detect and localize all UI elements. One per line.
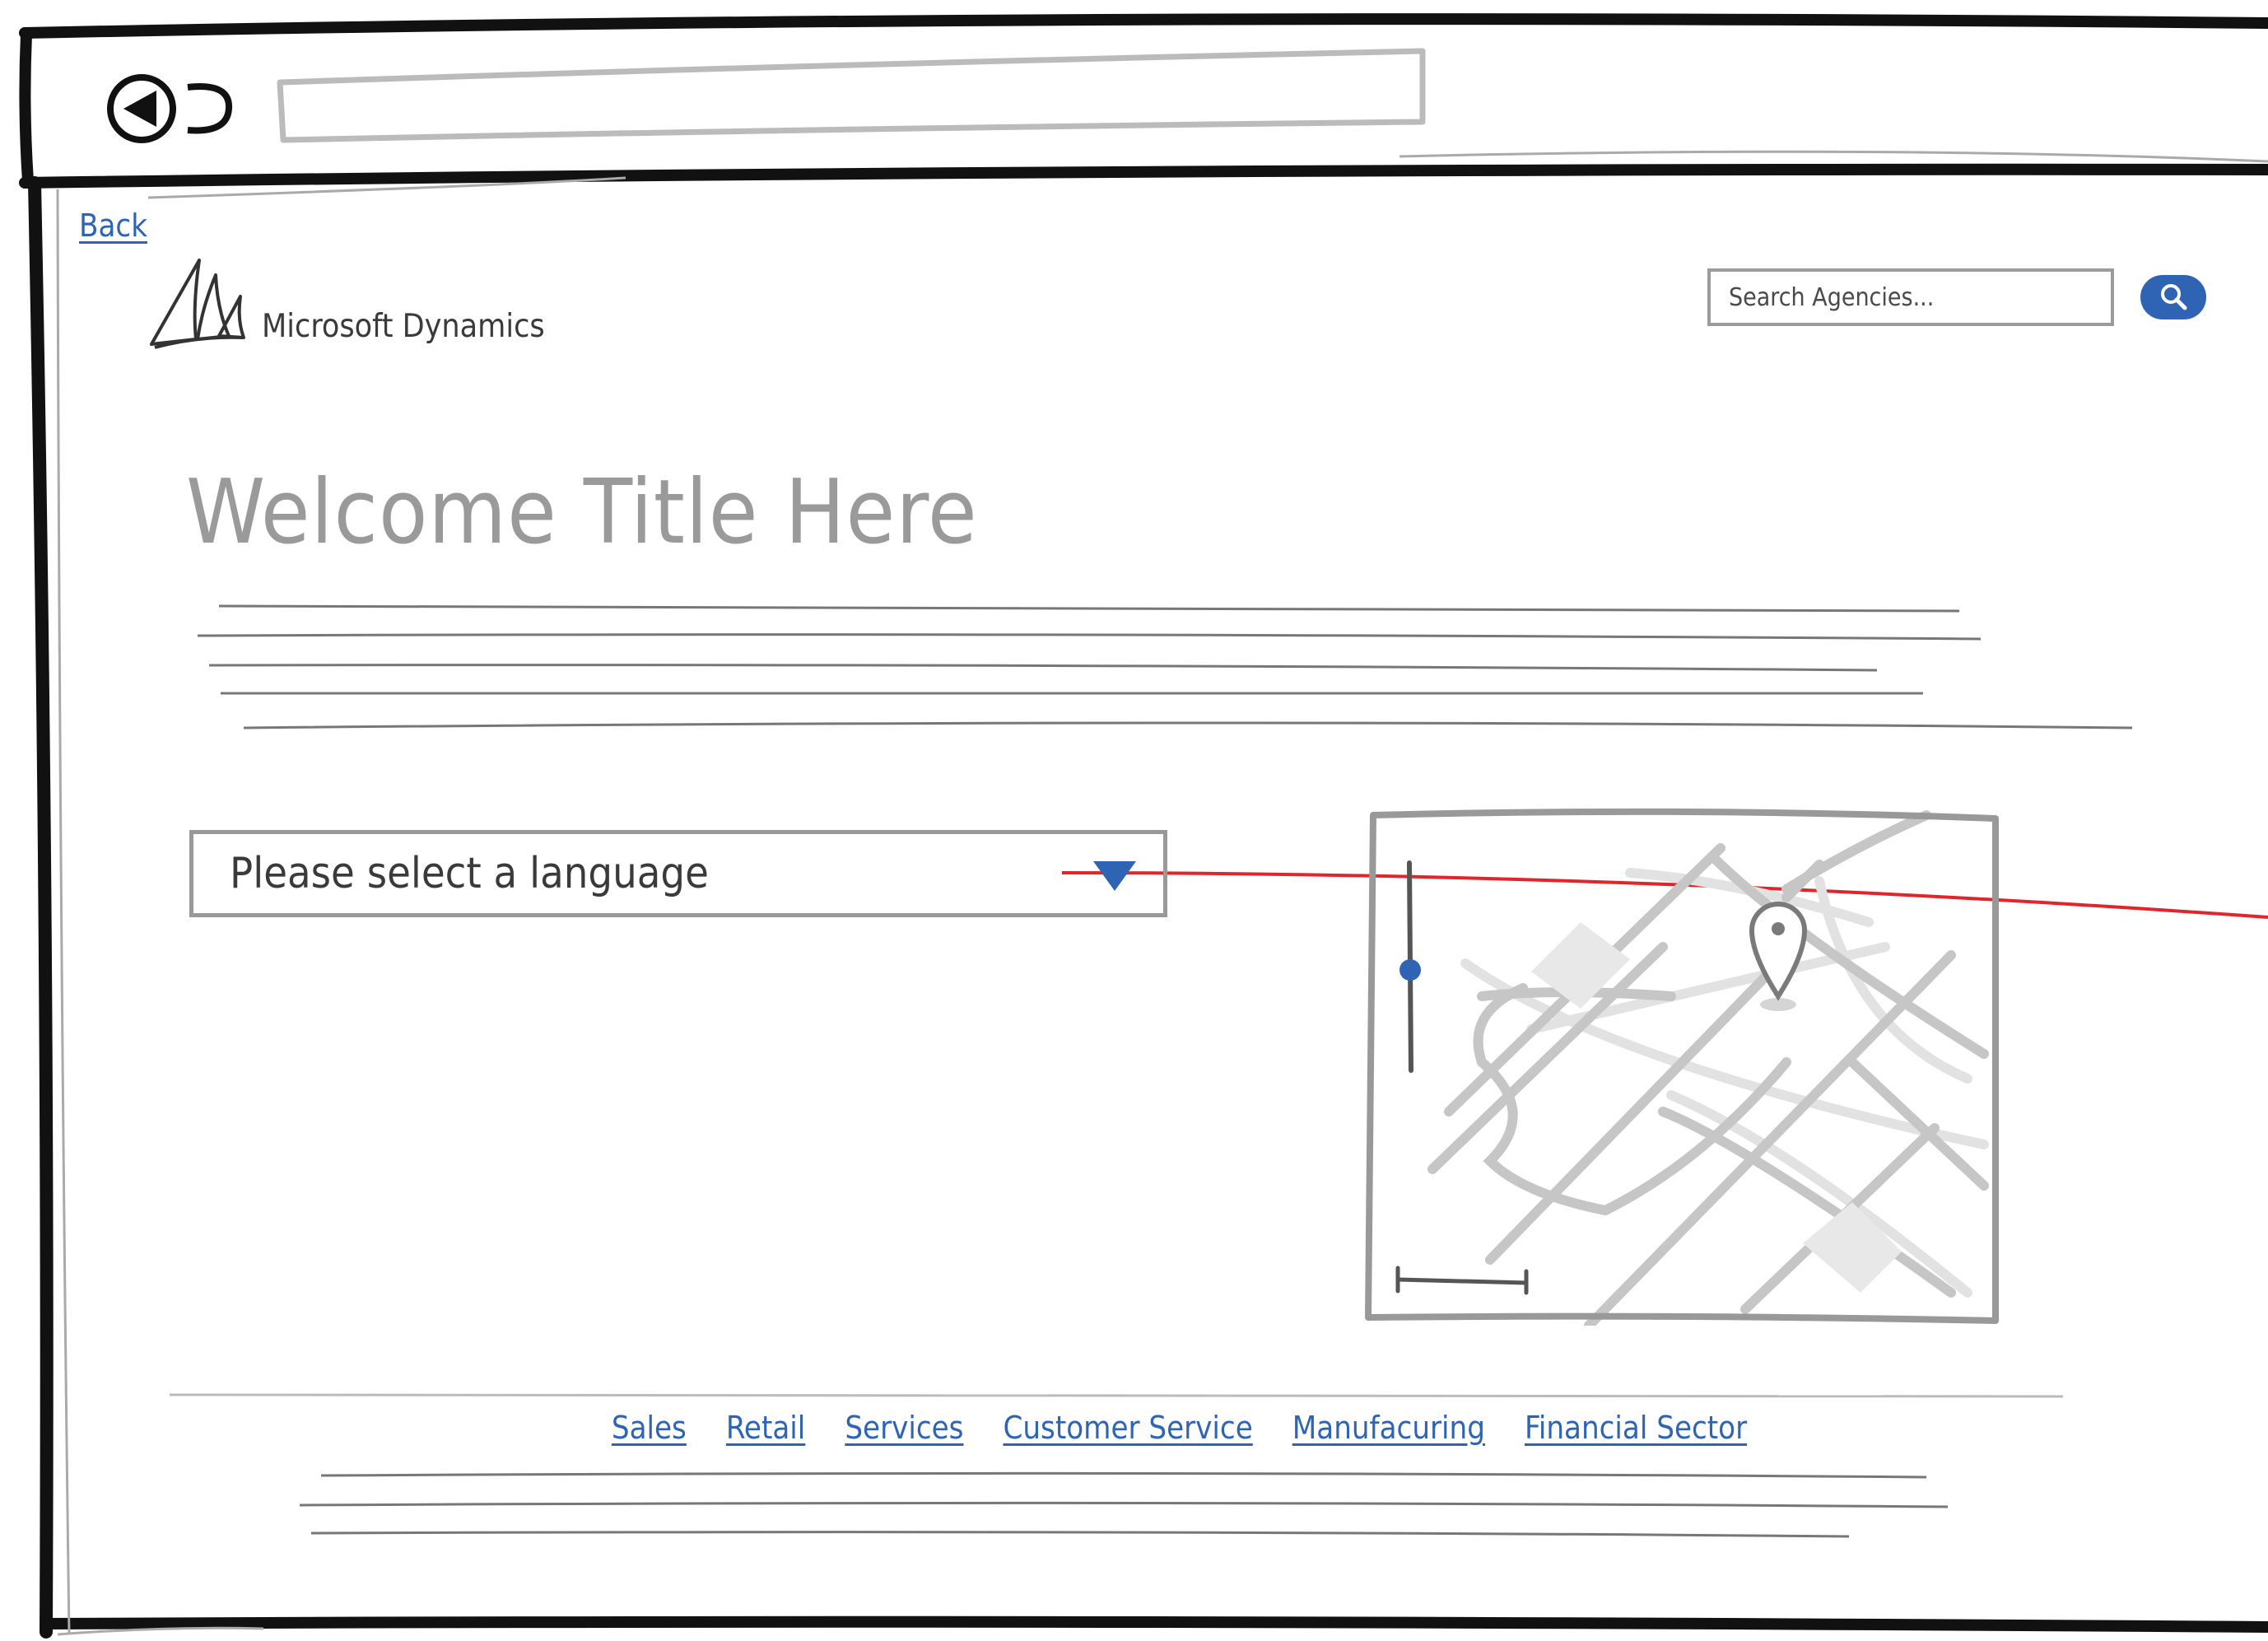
map-pin-icon <box>1749 902 1808 1011</box>
browser-back-forward-icon[interactable] <box>99 72 239 143</box>
footer-link-manufacturing[interactable]: Manufacuring <box>1292 1410 1485 1446</box>
language-select-value: Please select a language <box>230 849 709 898</box>
chevron-down-icon[interactable] <box>1090 856 1139 894</box>
footer-link-sales[interactable]: Sales <box>612 1410 687 1446</box>
map-widget[interactable] <box>1358 799 2009 1334</box>
back-link[interactable]: Back <box>79 207 147 244</box>
brand-name: Microsoft Dynamics <box>262 308 545 345</box>
footer-link-retail[interactable]: Retail <box>726 1410 805 1446</box>
footer-link-services[interactable]: Services <box>845 1410 963 1446</box>
language-select[interactable]: Please select a language <box>189 830 1167 917</box>
footer-link-customer-service[interactable]: Customer Service <box>1003 1410 1252 1446</box>
page-title: Welcome Title Here <box>186 461 978 564</box>
search-input[interactable]: Search Agencies... <box>1707 268 2114 326</box>
sail-logo-icon <box>150 259 245 349</box>
search-placeholder: Search Agencies... <box>1729 282 1935 312</box>
search-button[interactable] <box>2140 275 2206 319</box>
footer-nav: Sales Retail Services Customer Service M… <box>0 1410 2268 1446</box>
footer-link-financial-sector[interactable]: Financial Sector <box>1525 1410 1747 1446</box>
search-icon <box>2161 284 2187 310</box>
